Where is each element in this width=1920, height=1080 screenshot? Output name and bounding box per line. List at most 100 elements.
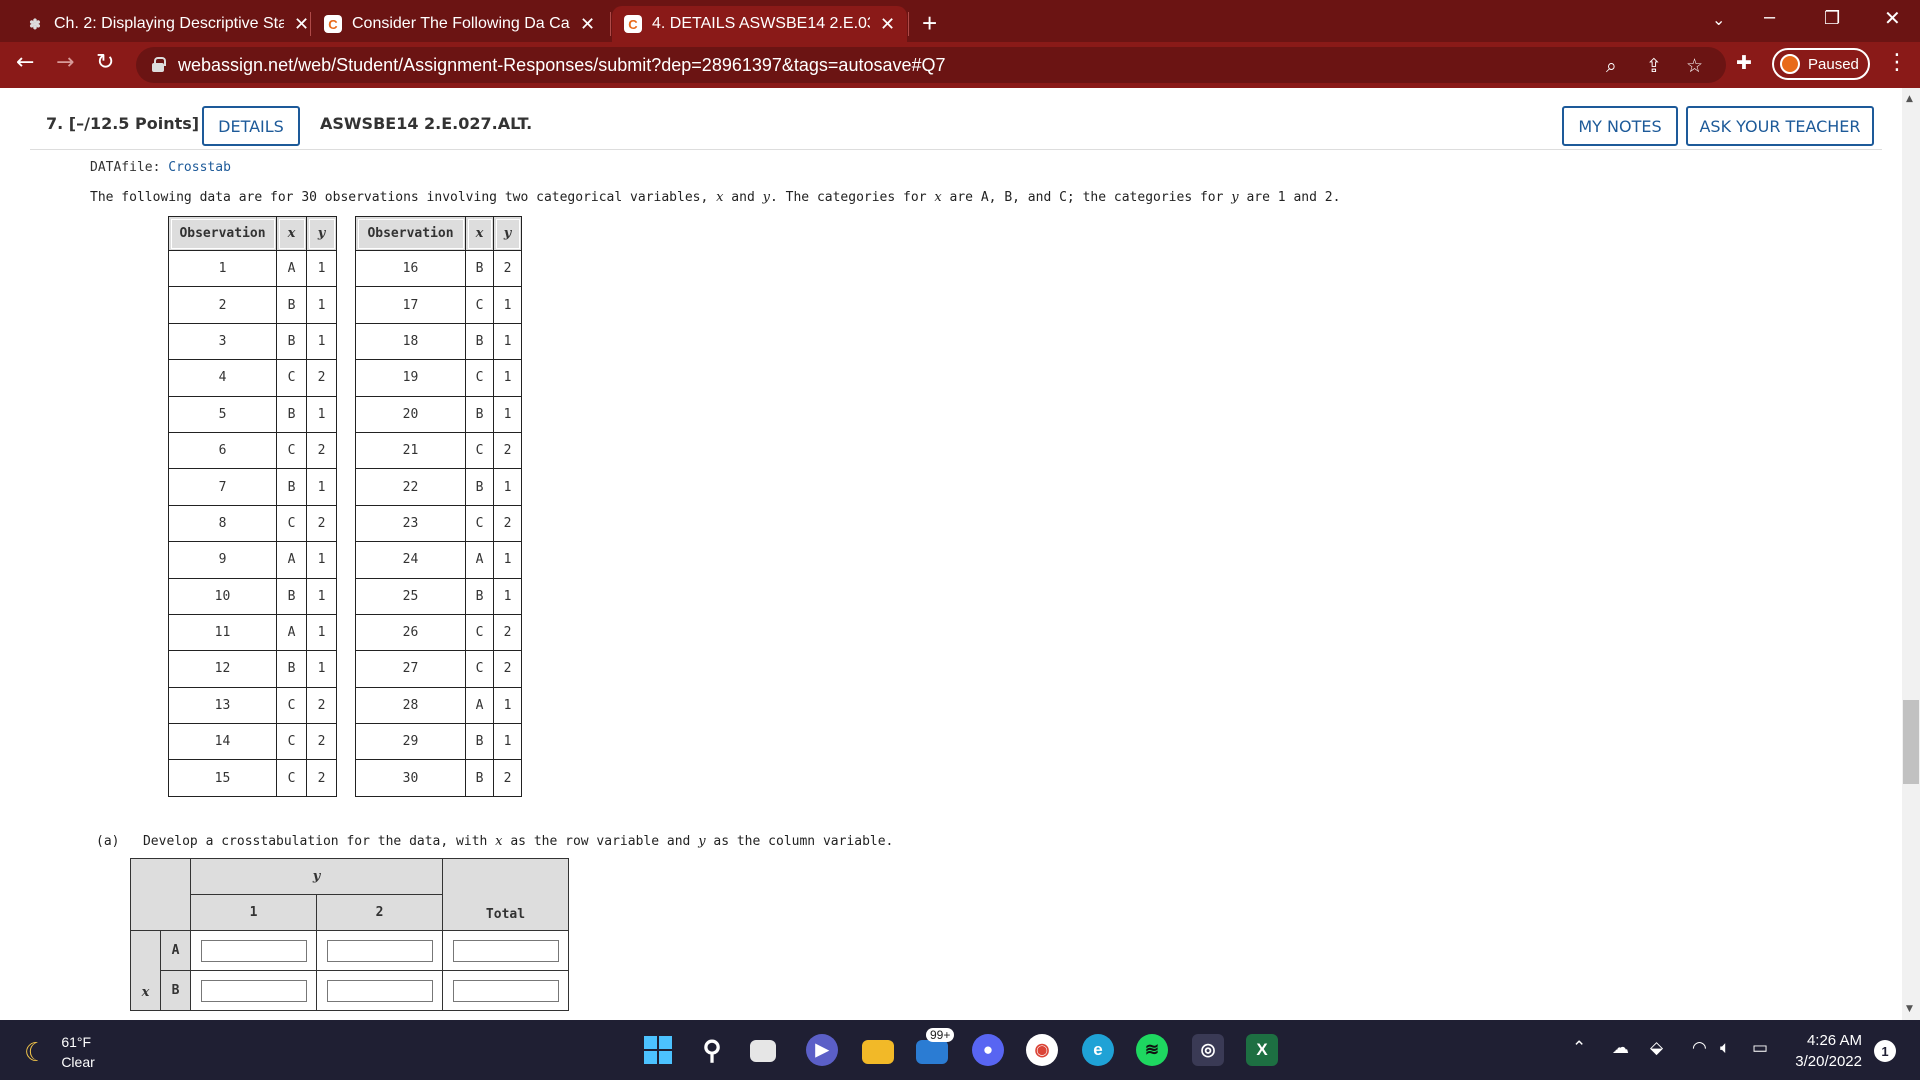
part-a-label: (a): [96, 834, 120, 849]
cell-x: C: [276, 431, 307, 470]
details-button[interactable]: DETAILS: [202, 106, 300, 146]
close-icon[interactable]: ✕: [294, 14, 309, 35]
intro-var: y: [762, 190, 770, 205]
cell-x: B: [465, 395, 494, 433]
excel-icon[interactable]: X: [1246, 1034, 1278, 1066]
url-text[interactable]: webassign.net/web/Student/Assignment-Res…: [178, 55, 946, 76]
forward-arrow-icon[interactable]: →: [56, 50, 74, 75]
cell-x: B: [276, 650, 307, 688]
wifi-icon[interactable]: ◠: [1692, 1038, 1707, 1058]
back-arrow-icon[interactable]: ←: [16, 50, 34, 75]
my-notes-button[interactable]: MY NOTES: [1562, 106, 1678, 146]
discord-icon[interactable]: ●: [972, 1034, 1004, 1066]
dropbox-icon[interactable]: ⬙: [1650, 1038, 1663, 1058]
share-icon[interactable]: ⇪: [1646, 55, 1662, 77]
notification-badge[interactable]: 1: [1874, 1040, 1896, 1062]
table-row: 1A1: [168, 249, 337, 288]
bookmark-star-icon[interactable]: ☆: [1686, 55, 1703, 77]
close-icon[interactable]: ✕: [580, 14, 595, 35]
volume-icon[interactable]: 🔈︎: [1720, 1038, 1730, 1058]
cell-obs: 5: [168, 395, 277, 433]
answer-input-b-2[interactable]: [326, 979, 433, 1002]
crosstab-table: y Total 1 2 x A B: [130, 858, 569, 1011]
cell-y: 1: [493, 359, 522, 397]
weather-temp: 61°F: [61, 1034, 92, 1050]
close-icon[interactable]: ✕: [880, 14, 895, 35]
crosstab-cell: [316, 930, 443, 971]
spotify-icon[interactable]: ≋: [1136, 1034, 1168, 1066]
chrome-icon[interactable]: ◉: [1026, 1034, 1058, 1066]
restore-button[interactable]: ❐: [1824, 8, 1840, 29]
cell-x: B: [465, 468, 494, 506]
tab-divider: [908, 12, 909, 36]
system-clock[interactable]: 4:26 AM 3/20/2022: [1790, 1030, 1862, 1072]
zoom-icon[interactable]: ⌕: [1606, 55, 1617, 77]
tray-chevron-icon[interactable]: ⌃: [1572, 1038, 1586, 1058]
tab-title: Consider The Following Da Categ: [352, 15, 570, 32]
cell-y: 2: [306, 431, 337, 470]
cell-x: A: [276, 541, 307, 579]
task-view-icon[interactable]: [750, 1040, 776, 1062]
cell-y: 2: [493, 759, 522, 797]
weather-widget[interactable]: ☾ 61°F Clear: [24, 1032, 95, 1072]
cell-x: A: [276, 613, 307, 652]
extensions-puzzle-icon[interactable]: ✚: [1736, 52, 1752, 74]
cell-obs: 11: [168, 613, 277, 652]
new-tab-button[interactable]: +: [922, 8, 937, 39]
part-a-text: as the row variable and: [502, 834, 699, 849]
answer-input-a-2[interactable]: [326, 939, 433, 962]
tab-descriptive-stats[interactable]: ✽ Ch. 2: Displaying Descriptive Stat ✕: [14, 6, 321, 42]
browser-toolbar: ← → ↻ webassign.net/web/Student/Assignme…: [0, 42, 1920, 88]
battery-icon[interactable]: ▭: [1752, 1038, 1768, 1058]
scrollbar-thumb[interactable]: [1903, 700, 1919, 784]
address-bar[interactable]: webassign.net/web/Student/Assignment-Res…: [136, 47, 1726, 83]
ask-teacher-button[interactable]: ASK YOUR TEACHER: [1686, 106, 1874, 146]
table-row: 16 B 2: [355, 249, 522, 288]
menu-kebab-icon[interactable]: ⋮: [1886, 50, 1908, 75]
answer-input-b-total[interactable]: [452, 979, 559, 1002]
file-explorer-icon[interactable]: [862, 1040, 894, 1064]
chrome-profile-icon[interactable]: ◎: [1192, 1034, 1224, 1066]
cell-obs: 17: [355, 286, 466, 324]
cell-x: B: [465, 723, 494, 761]
cell-obs: 22: [355, 468, 466, 506]
answer-input-a-total[interactable]: [452, 939, 559, 962]
cell-obs: 9: [168, 541, 277, 579]
profile-paused-button[interactable]: Paused: [1772, 48, 1870, 80]
tab-search-chevron-icon[interactable]: ⌄: [1712, 10, 1725, 30]
moon-icon: ☾: [24, 1036, 48, 1067]
close-window-button[interactable]: ✕: [1884, 6, 1901, 31]
table-row: 30 B 2: [355, 759, 522, 797]
intro-text: . The categories for: [769, 190, 935, 205]
mail-icon[interactable]: [916, 1040, 948, 1064]
scroll-down-icon[interactable]: ▼: [1906, 1004, 1913, 1014]
cell-obs: 24: [355, 541, 466, 579]
edge-icon[interactable]: e: [1082, 1034, 1114, 1066]
onedrive-cloud-icon[interactable]: ☁: [1612, 1038, 1629, 1058]
table-row: 27 C 2: [355, 650, 522, 688]
answer-input-a-1[interactable]: [200, 939, 307, 962]
minimize-button[interactable]: –: [1764, 6, 1775, 29]
teams-chat-icon[interactable]: ▶: [806, 1034, 838, 1066]
cell-x: C: [465, 504, 494, 543]
page-scrollbar[interactable]: [1902, 88, 1920, 1020]
cell-y: 2: [493, 613, 522, 652]
scroll-up-icon[interactable]: ▲: [1906, 94, 1913, 104]
windows-start-icon[interactable]: [642, 1034, 674, 1066]
intro-var: y: [1231, 190, 1239, 205]
cell-obs: 25: [355, 577, 466, 615]
search-icon[interactable]: ⚲: [696, 1034, 728, 1066]
part-a-text: as the column variable.: [705, 834, 894, 849]
weather-condition: Clear: [61, 1054, 95, 1070]
datafile-link[interactable]: Crosstab: [168, 160, 231, 175]
cell-x: B: [276, 468, 307, 506]
table-row: 14 C 2: [168, 723, 337, 761]
cell-y: 1: [306, 395, 337, 433]
tab-consider-following[interactable]: C Consider The Following Da Categ ✕: [312, 6, 607, 42]
answer-input-b-1[interactable]: [200, 979, 307, 1002]
reload-icon[interactable]: ↻: [96, 50, 114, 75]
tab-details-aswsbe14[interactable]: C 4. DETAILS ASWSBE14 2.E.037. M ✕: [612, 6, 908, 42]
cell-obs: 10: [168, 577, 277, 615]
crosstab-cell: [190, 970, 317, 1011]
observation-table-1: Observation x y 1A12B13B14C25B16C27B18C2…: [168, 216, 337, 797]
